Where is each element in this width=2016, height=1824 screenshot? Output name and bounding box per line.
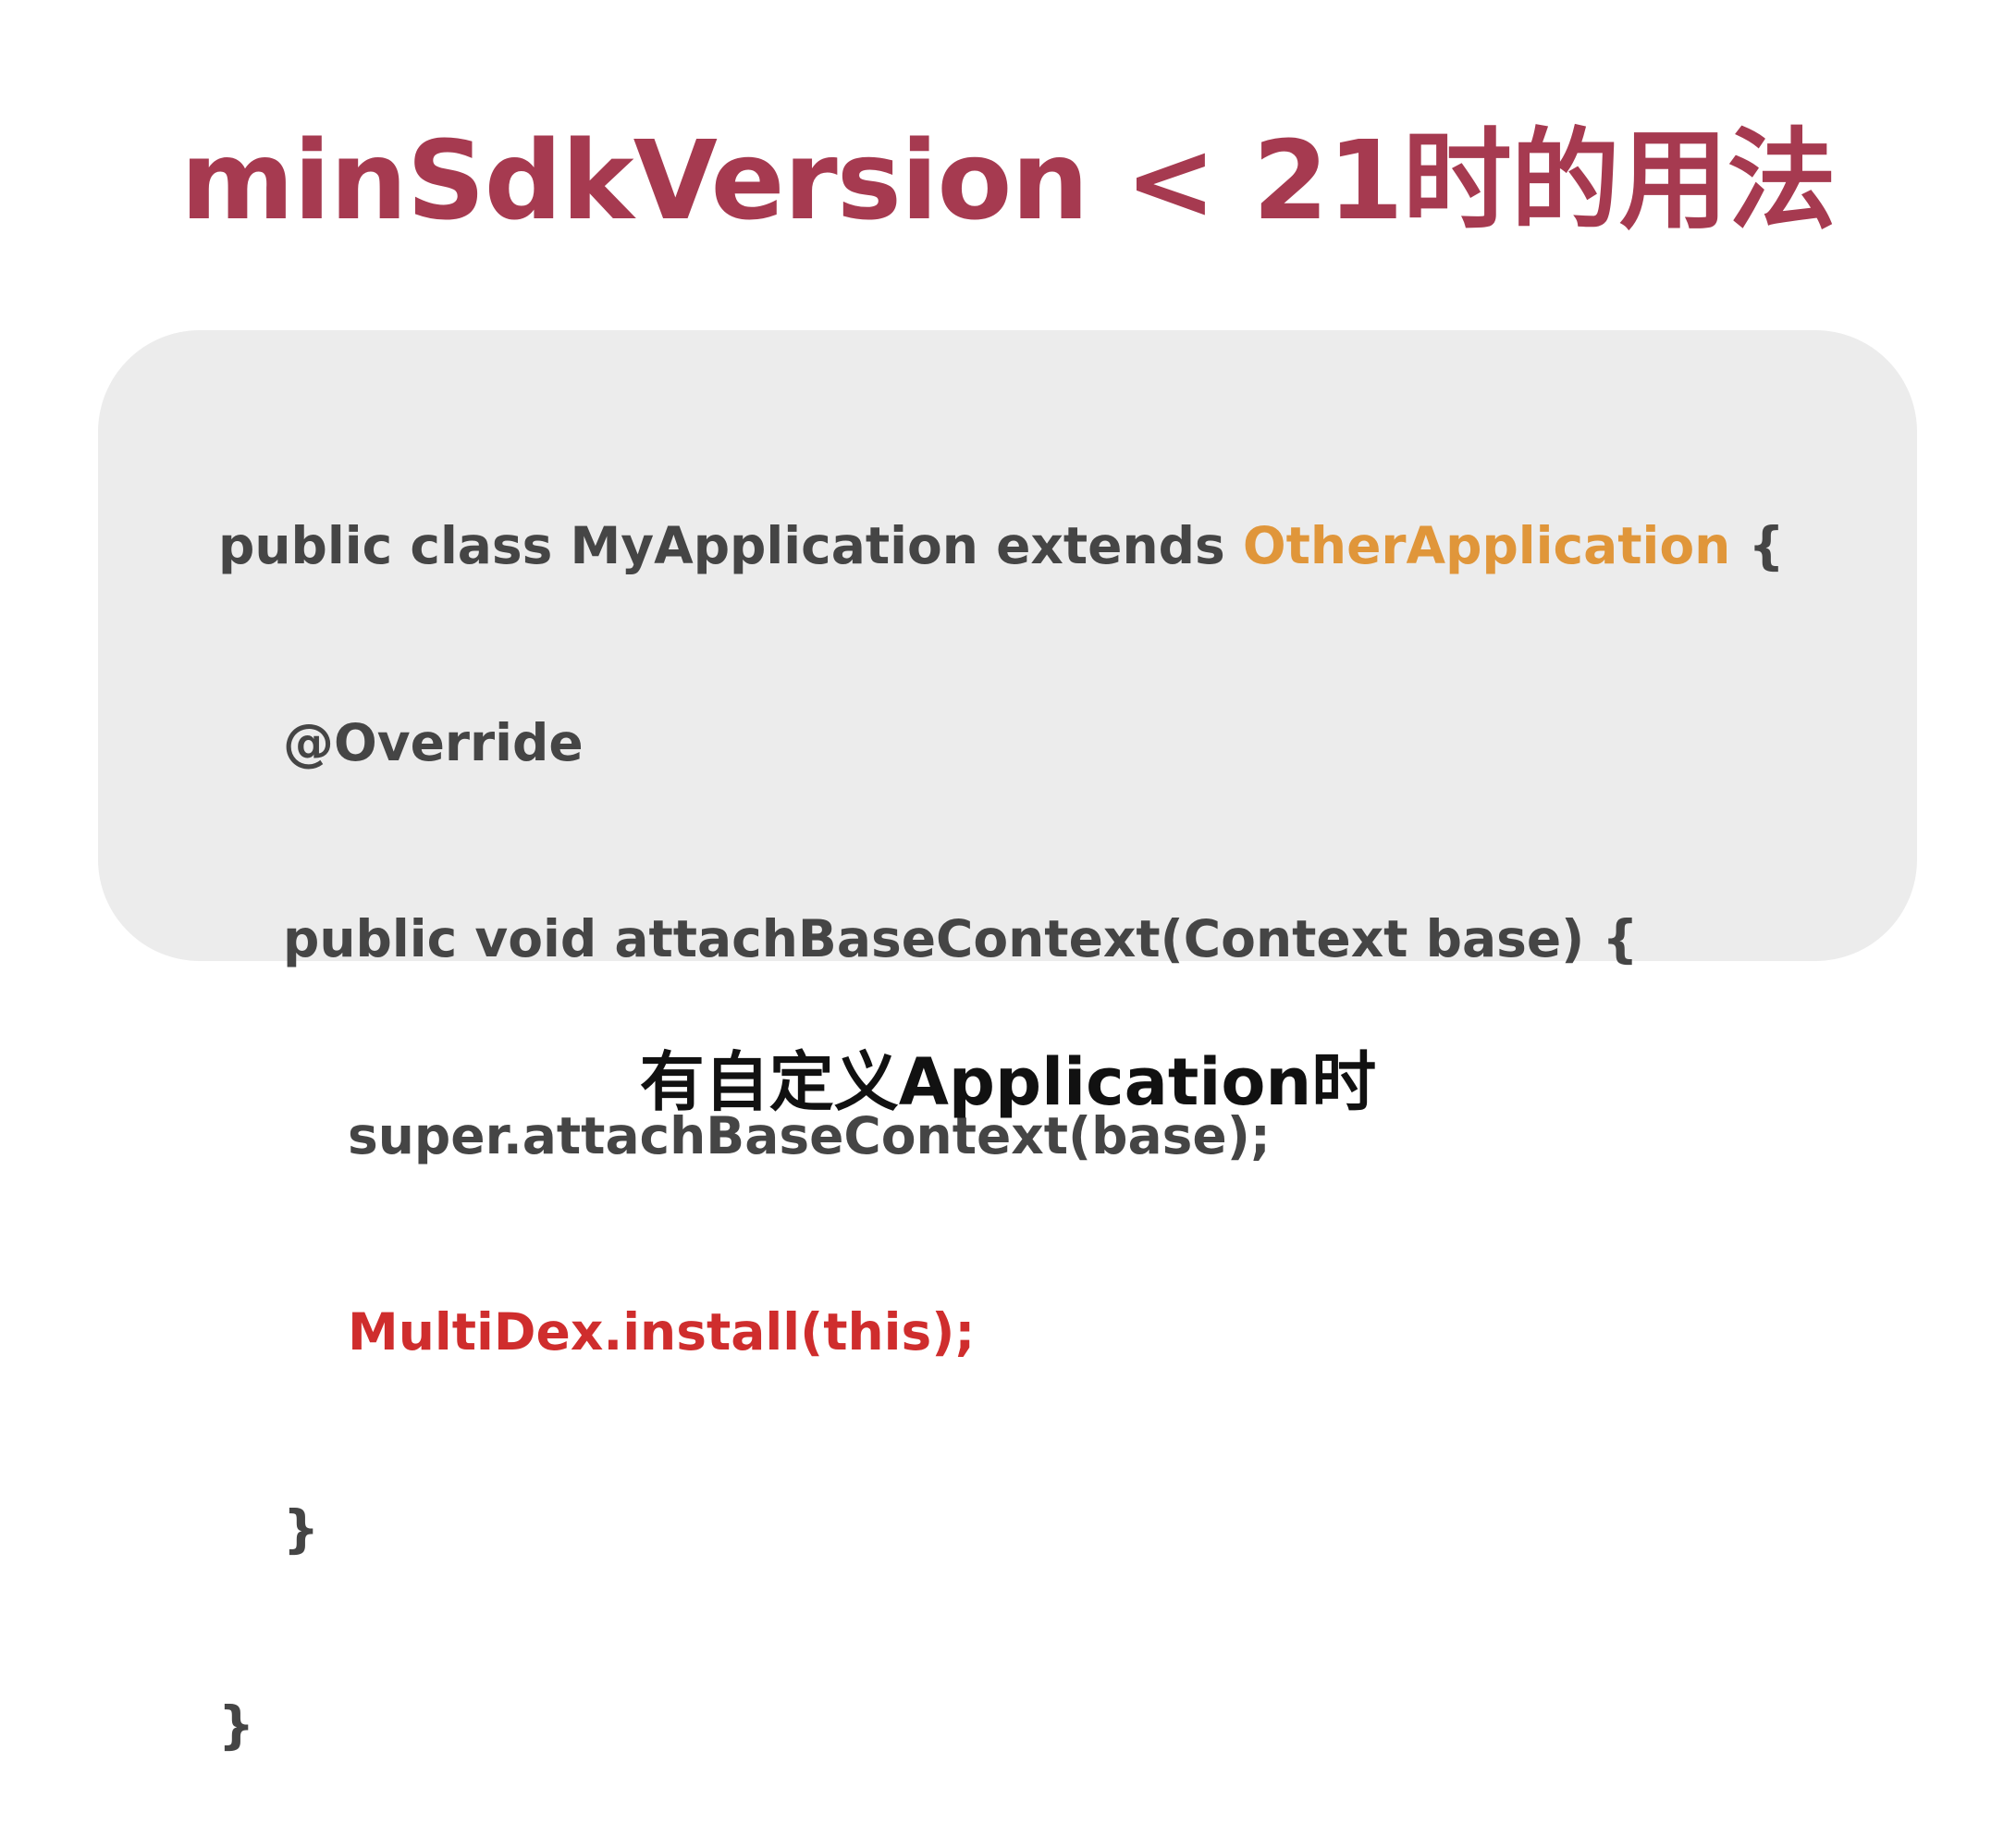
code-line-method-close: } <box>218 1490 1864 1569</box>
class-declaration-brace: { <box>1730 516 1785 575</box>
override-annotation: @Override <box>283 712 584 772</box>
slide-title: minSdkVersion < 21时的用法 <box>180 117 1836 244</box>
class-declaration-prefix: public class MyApplication extends <box>218 516 1243 575</box>
code-line-override-annotation: @Override <box>218 704 1864 783</box>
multidex-install-call: MultiDex.install(this); <box>348 1302 976 1362</box>
method-signature: public void attachBaseContext(Context ba… <box>283 909 1639 968</box>
code-line-class-declaration: public class MyApplication extends Other… <box>218 507 1864 585</box>
parent-class-name: OtherApplication <box>1242 516 1731 575</box>
class-closing-brace: } <box>218 1695 255 1755</box>
method-closing-brace: } <box>283 1498 320 1559</box>
caption: 有自定义Application时 <box>639 1044 1377 1120</box>
code-line-method-signature: public void attachBaseContext(Context ba… <box>218 900 1864 979</box>
code-line-class-close: } <box>218 1686 1864 1765</box>
code-line-multidex-install: MultiDex.install(this); <box>218 1293 1864 1372</box>
